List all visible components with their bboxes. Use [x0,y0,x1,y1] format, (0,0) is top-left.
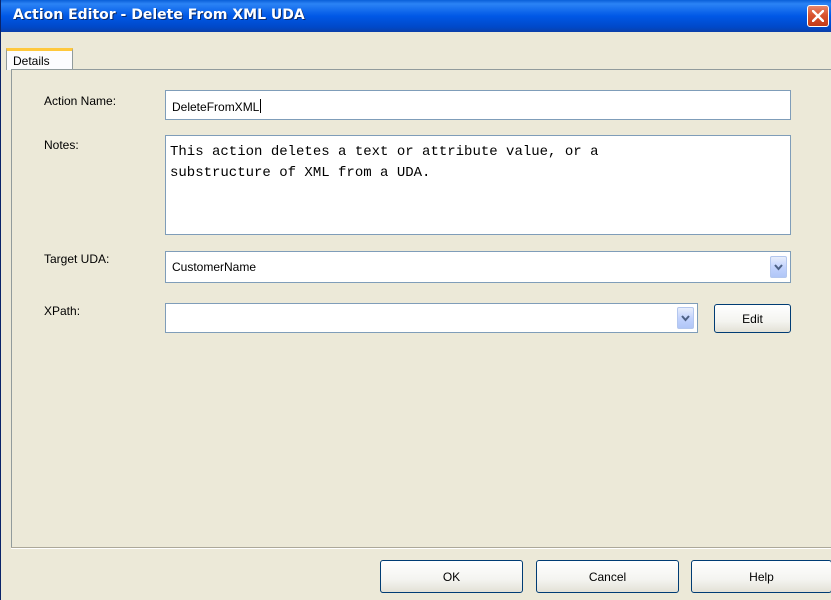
title-bar[interactable]: Action Editor - Delete From XML UDA [1,0,831,32]
action-editor-window: Action Editor - Delete From XML UDA Deta… [0,0,831,600]
xpath-dropdown-button[interactable] [677,307,694,329]
xpath-select[interactable] [165,303,698,333]
action-name-input[interactable]: DeleteFromXML [165,90,791,120]
ok-label: OK [442,569,461,584]
tab-details[interactable]: Details [6,48,73,70]
help-button[interactable]: Help [691,560,831,593]
close-button[interactable] [807,5,829,27]
cancel-label: Cancel [588,569,627,584]
action-name-label: Action Name: [44,94,117,108]
tab-details-label: Details [13,54,50,68]
bottom-separator [11,547,831,549]
edit-xpath-button[interactable]: Edit [714,304,791,333]
target-uda-select[interactable]: CustomerName [165,251,791,283]
cancel-button[interactable]: Cancel [536,560,679,593]
notes-label: Notes: [44,138,79,152]
window-title: Action Editor - Delete From XML UDA [13,7,305,23]
help-label: Help [749,569,774,584]
chevron-down-icon [774,264,783,271]
notes-value: This action deletes a text or attribute … [170,144,599,181]
close-icon [812,10,824,22]
ok-button[interactable]: OK [380,560,523,593]
target-uda-value: CustomerName [172,260,257,274]
chevron-down-icon [681,315,690,322]
edit-xpath-label: Edit [742,311,763,326]
target-uda-label: Target UDA: [44,252,110,266]
notes-textarea[interactable]: This action deletes a text or attribute … [165,135,791,235]
action-name-value: DeleteFromXML [172,99,262,114]
xpath-label: XPath: [44,304,81,318]
target-uda-dropdown-button[interactable] [770,256,787,278]
